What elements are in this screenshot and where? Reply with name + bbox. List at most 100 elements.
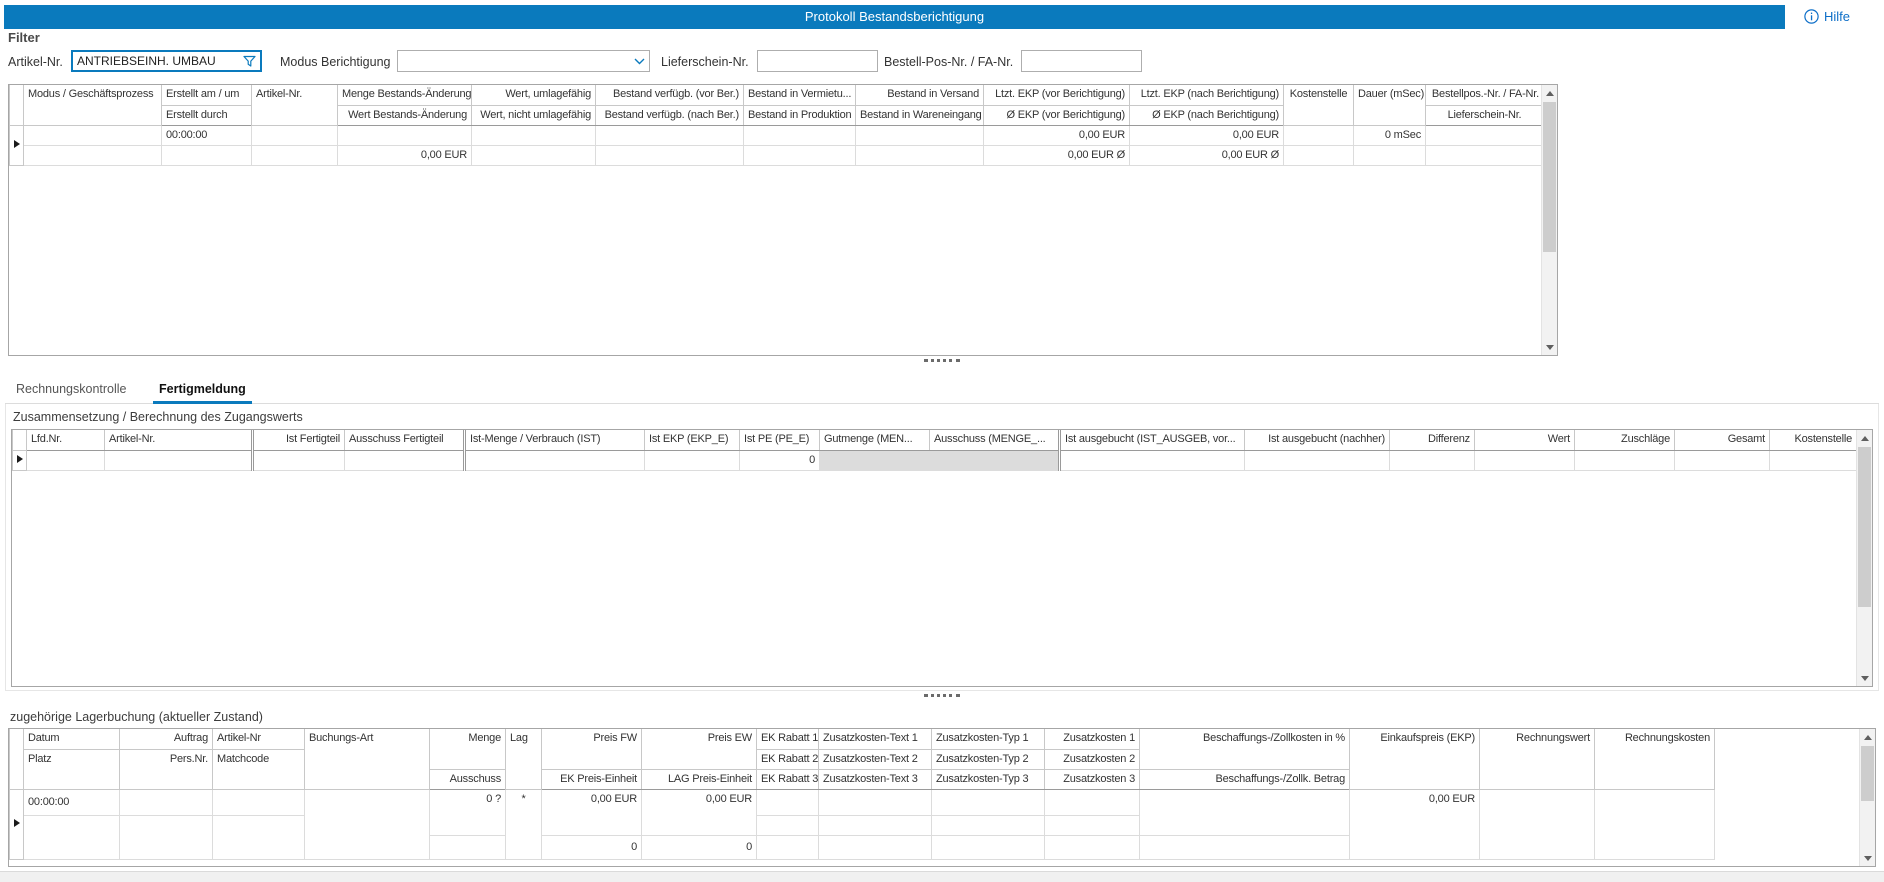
scroll-up-icon[interactable] [1542, 85, 1557, 101]
col-header-platz[interactable]: Platz [24, 749, 120, 789]
cell-ist-fertigteil[interactable] [253, 450, 345, 470]
col-header-zusatzkosten-typ-1[interactable]: Zusatzkosten-Typ 1 [932, 729, 1045, 749]
horizontal-scrollbar[interactable] [0, 871, 1884, 882]
cell-rechnungswert[interactable] [1480, 789, 1595, 859]
cell-matchcode[interactable] [213, 815, 305, 859]
cell-kostenstelle[interactable] [1770, 450, 1857, 470]
col-header-lag-preis-einheit[interactable]: LAG Preis-Einheit [642, 769, 757, 789]
cell-lag[interactable]: * [506, 789, 542, 859]
row-selector[interactable] [13, 450, 27, 470]
cell-kostenstelle-2[interactable] [1284, 145, 1354, 165]
cell-zusatzkosten-2[interactable] [1045, 815, 1140, 835]
col-header-rechnungskosten[interactable]: Rechnungskosten [1595, 729, 1715, 789]
cell-modus[interactable] [24, 125, 162, 145]
col-header-rechnungswert[interactable]: Rechnungswert [1480, 729, 1595, 789]
scroll-up-icon[interactable] [1857, 430, 1872, 446]
cell-artikel-nr[interactable] [213, 789, 305, 815]
cell-einkaufspreis[interactable]: 0,00 EUR [1350, 789, 1480, 859]
col-header-ek-preis-einheit[interactable]: EK Preis-Einheit [542, 769, 642, 789]
col-header-gesamt[interactable]: Gesamt [1675, 430, 1770, 450]
cell-wert-nicht-umlagefaehig[interactable] [472, 145, 596, 165]
table-row[interactable]: 0 [13, 450, 1857, 470]
table-row[interactable]: 00:00:00 0,00 EUR 0,00 EUR 0 mSec [10, 125, 1546, 145]
col-header-ausschuss-fertigteil[interactable]: Ausschuss Fertigteil [345, 430, 465, 450]
cell-datum[interactable]: 00:00:00 [24, 789, 120, 815]
cell-erstellt-durch[interactable] [162, 145, 252, 165]
row-selector[interactable] [10, 789, 24, 859]
cell-ek-preis-einheit[interactable]: 0 [542, 835, 642, 859]
tab-rechnungskontrolle[interactable]: Rechnungskontrolle [10, 378, 133, 404]
col-header-bestand-produktion[interactable]: Bestand in Produktion [744, 105, 856, 125]
cell-avg-ekp-vor[interactable]: 0,00 EUR Ø [984, 145, 1130, 165]
col-header-ausschuss[interactable]: Ausschuss [430, 769, 506, 789]
col-header-zusatzkosten-text-2[interactable]: Zusatzkosten-Text 2 [819, 749, 932, 769]
col-header-preis-fw[interactable]: Preis FW [542, 729, 642, 769]
protocol-grid-vscrollbar[interactable] [1541, 85, 1557, 355]
cell-wert-aenderung[interactable]: 0,00 EUR [338, 145, 472, 165]
cell-zusatzkosten-3[interactable] [1045, 835, 1140, 859]
cell-menge-aenderung[interactable] [338, 125, 472, 145]
scrollbar-thumb[interactable] [1861, 746, 1874, 801]
cell-differenz[interactable] [1390, 450, 1475, 470]
col-header-menge[interactable]: Menge [430, 729, 506, 769]
scroll-down-icon[interactable] [1542, 339, 1557, 355]
cell-artikel[interactable] [252, 125, 338, 145]
cell-zuschlaege[interactable] [1575, 450, 1675, 470]
cell-preis-ew[interactable]: 0,00 EUR [642, 789, 757, 835]
cell-preis-fw[interactable]: 0,00 EUR [542, 789, 642, 835]
col-header-preis-ew[interactable]: Preis EW [642, 729, 757, 769]
filter-icon[interactable] [243, 55, 256, 68]
cell-lieferschein[interactable] [1426, 145, 1544, 165]
cell-artikel-2[interactable] [252, 145, 338, 165]
cell-bestand-produktion[interactable] [744, 145, 856, 165]
col-header-gutmenge[interactable]: Gutmenge (MEN... [820, 430, 930, 450]
cell-zusatzkosten-1[interactable] [1045, 789, 1140, 815]
col-header-ek-rabatt-3[interactable]: EK Rabatt 3 [757, 769, 819, 789]
col-header-zusatzkosten-text-1[interactable]: Zusatzkosten-Text 1 [819, 729, 932, 749]
cell-artikel-nr[interactable] [105, 450, 253, 470]
cell-kostenstelle[interactable] [1284, 125, 1354, 145]
col-header-ausschuss-menge[interactable]: Ausschuss (MENGE_... [930, 430, 1060, 450]
cell-beschaffung-betrag[interactable] [1140, 835, 1350, 859]
scroll-up-icon[interactable] [1860, 729, 1875, 745]
cell-buchungsart[interactable] [305, 789, 430, 859]
cell-bestand-vermietung[interactable] [744, 125, 856, 145]
cell-menge[interactable]: 0 ? [430, 789, 506, 835]
col-header-ist-menge[interactable]: Ist-Menge / Verbrauch (IST) [465, 430, 645, 450]
cell-dauer[interactable]: 0 mSec [1354, 125, 1426, 145]
lieferschein-nr-input[interactable] [757, 50, 878, 72]
col-header-bestand-verf-nach[interactable]: Bestand verfügb. (nach Ber.) [596, 105, 744, 125]
col-header-zusatzkosten-3[interactable]: Zusatzkosten 3 [1045, 769, 1140, 789]
cell-zusatzkosten-text-2[interactable] [819, 815, 932, 835]
cell-bestand-verf-nach[interactable] [596, 145, 744, 165]
col-header-beschaffung-betrag[interactable]: Beschaffungs-/Zollk. Betrag [1140, 769, 1350, 789]
col-header-bestand-wareneingang[interactable]: Bestand in Wareneingang [856, 105, 984, 125]
scroll-down-icon[interactable] [1860, 850, 1875, 866]
col-header-menge-aenderung[interactable]: Menge Bestands-Änderung [338, 85, 472, 105]
col-header-lfdnr[interactable]: Lfd.Nr. [27, 430, 105, 450]
col-header-ist-pe[interactable]: Ist PE (PE_E) [740, 430, 820, 450]
bestellpos-nr-input-field[interactable] [1026, 54, 1137, 68]
cell-wert-umlagefaehig[interactable] [472, 125, 596, 145]
col-header-bestand-versand[interactable]: Bestand in Versand [856, 85, 984, 105]
col-header-einkaufspreis[interactable]: Einkaufspreis (EKP) [1350, 729, 1480, 789]
cell-ist-ausgebucht-nach[interactable] [1245, 450, 1390, 470]
col-header-ist-ekp[interactable]: Ist EKP (EKP_E) [645, 430, 740, 450]
col-header-ltzt-ekp-nach[interactable]: Ltzt. EKP (nach Berichtigung) [1130, 85, 1284, 105]
col-header-zusatzkosten-2[interactable]: Zusatzkosten 2 [1045, 749, 1140, 769]
col-header-beschaffung-prozent[interactable]: Beschaffungs-/Zollkosten in % [1140, 729, 1350, 769]
col-header-differenz[interactable]: Differenz [1390, 430, 1475, 450]
col-header-ek-rabatt-2[interactable]: EK Rabatt 2 [757, 749, 819, 769]
cell-platz[interactable] [24, 815, 120, 859]
col-header-ltzt-ekp-vor[interactable]: Ltzt. EKP (vor Berichtigung) [984, 85, 1130, 105]
col-header-artikel-nr[interactable]: Artikel-Nr. [252, 85, 338, 125]
col-header-zusatzkosten-1[interactable]: Zusatzkosten 1 [1045, 729, 1140, 749]
col-header-matchcode[interactable]: Matchcode [213, 749, 305, 789]
cell-bestand-versand[interactable] [856, 125, 984, 145]
cell-dauer-2[interactable] [1354, 145, 1426, 165]
cell-ausschuss-fertigteil[interactable] [345, 450, 465, 470]
col-header-lieferschein[interactable]: Lieferschein-Nr. [1426, 105, 1544, 125]
cell-bestellpos[interactable] [1426, 125, 1544, 145]
col-header-bestellpos[interactable]: Bestellpos.-Nr. / FA-Nr. [1426, 85, 1544, 105]
cell-zusatzkosten-typ-3[interactable] [932, 835, 1045, 859]
